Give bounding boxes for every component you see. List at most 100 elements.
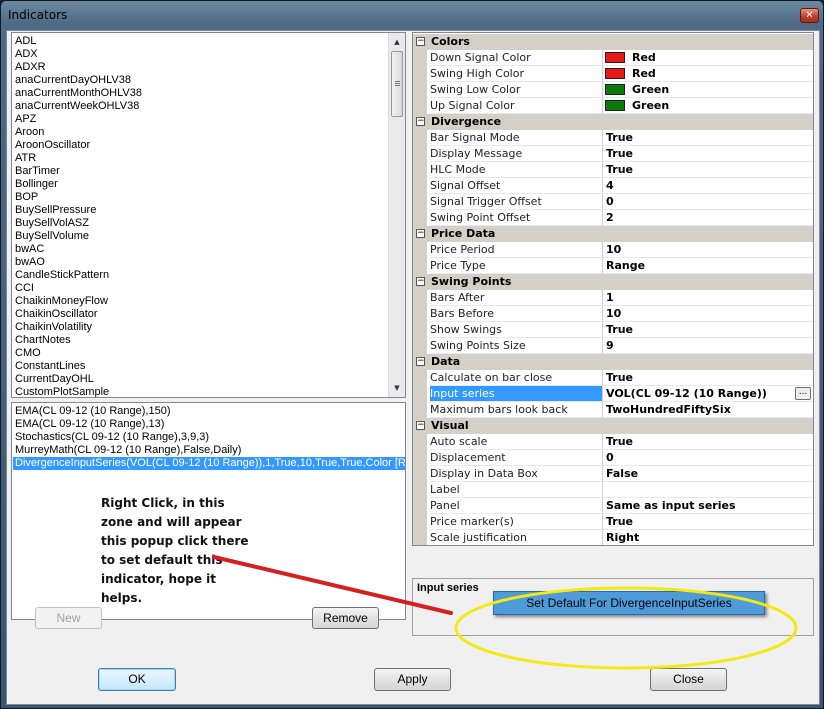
- property-value[interactable]: True: [602, 162, 813, 178]
- list-item[interactable]: ATR: [15, 152, 36, 165]
- property-value[interactable]: True: [602, 370, 813, 386]
- property-value[interactable]: Red: [602, 50, 813, 66]
- collapse-icon[interactable]: −: [416, 37, 425, 46]
- set-default-context-menu-item[interactable]: Set Default For DivergenceInputSeries: [493, 591, 765, 615]
- browse-button[interactable]: ...: [795, 387, 811, 400]
- list-item[interactable]: ChaikinOscillator: [15, 308, 98, 321]
- category-price-data[interactable]: − Price Data: [413, 226, 813, 242]
- property-value[interactable]: 4: [602, 178, 813, 194]
- list-item[interactable]: BuySellPressure: [15, 204, 96, 217]
- list-item[interactable]: BuySellVolASZ: [15, 217, 89, 230]
- property-row[interactable]: Show Swings True: [413, 322, 813, 338]
- property-value[interactable]: Red: [602, 66, 813, 82]
- list-item[interactable]: ChaikinMoneyFlow: [15, 295, 108, 308]
- collapse-icon[interactable]: −: [416, 357, 425, 366]
- property-row[interactable]: Down Signal Color Red: [413, 50, 813, 66]
- list-item[interactable]: CandleStickPattern: [15, 269, 109, 282]
- property-row[interactable]: Displacement 0: [413, 450, 813, 466]
- property-value[interactable]: 10: [602, 306, 813, 322]
- property-value[interactable]: Green: [602, 82, 813, 98]
- property-value[interactable]: 1: [602, 290, 813, 306]
- close-button[interactable]: Close: [650, 668, 727, 691]
- list-item[interactable]: ADXR: [15, 61, 46, 74]
- property-value[interactable]: 2: [602, 210, 813, 226]
- property-row[interactable]: Up Signal Color Green: [413, 98, 813, 114]
- list-item[interactable]: ADL: [15, 35, 36, 48]
- list-item[interactable]: BOP: [15, 191, 38, 204]
- property-row[interactable]: Panel Same as input series: [413, 498, 813, 514]
- list-item[interactable]: bwAC: [15, 243, 44, 256]
- scroll-up-icon[interactable]: ▲: [389, 34, 405, 50]
- list-item[interactable]: CustomPlotSample: [15, 386, 109, 397]
- category-data[interactable]: − Data: [413, 354, 813, 370]
- property-row[interactable]: Maximum bars look back TwoHundredFiftySix: [413, 402, 813, 418]
- applied-indicator-item[interactable]: Stochastics(CL 09-12 (10 Range),3,9,3): [13, 431, 209, 444]
- applied-indicator-item[interactable]: EMA(CL 09-12 (10 Range),150): [13, 405, 171, 418]
- list-item[interactable]: AroonOscillator: [15, 139, 90, 152]
- property-value[interactable]: Range: [602, 258, 813, 274]
- new-button[interactable]: New: [35, 607, 102, 629]
- property-row[interactable]: Swing High Color Red: [413, 66, 813, 82]
- category-swing-points[interactable]: − Swing Points: [413, 274, 813, 290]
- property-row[interactable]: Swing Low Color Green: [413, 82, 813, 98]
- property-row[interactable]: Signal Trigger Offset 0: [413, 194, 813, 210]
- list-item[interactable]: APZ: [15, 113, 36, 126]
- property-row[interactable]: Label: [413, 482, 813, 498]
- property-value[interactable]: VOL(CL 09-12 (10 Range))...: [602, 386, 813, 402]
- category-colors[interactable]: − Colors: [413, 34, 813, 50]
- property-value[interactable]: True: [602, 514, 813, 530]
- property-row[interactable]: Swing Point Offset 2: [413, 210, 813, 226]
- indicators-scrollbar[interactable]: ▲ ▼: [388, 33, 405, 397]
- list-item[interactable]: Bollinger: [15, 178, 58, 191]
- scroll-down-icon[interactable]: ▼: [389, 380, 405, 396]
- property-row[interactable]: Swing Points Size 9: [413, 338, 813, 354]
- property-row[interactable]: Price Type Range: [413, 258, 813, 274]
- property-value[interactable]: True: [602, 434, 813, 450]
- list-item[interactable]: BuySellVolume: [15, 230, 89, 243]
- collapse-icon[interactable]: −: [416, 421, 425, 430]
- property-value[interactable]: Same as input series: [602, 498, 813, 514]
- applied-indicator-item[interactable]: DivergenceInputSeries(VOL(CL 09-12 (10 R…: [13, 457, 405, 470]
- list-item[interactable]: ConstantLines: [15, 360, 85, 373]
- list-item[interactable]: anaCurrentDayOHLV38: [15, 74, 131, 87]
- property-value[interactable]: Right: [602, 530, 813, 545]
- property-row[interactable]: Price Period 10: [413, 242, 813, 258]
- property-grid[interactable]: − Colors Down Signal Color Red Swing High Co…: [412, 32, 814, 546]
- category-visual[interactable]: − Visual: [413, 418, 813, 434]
- applied-indicators-list[interactable]: Right Click, in this zone and will appear…: [11, 402, 406, 620]
- property-row[interactable]: Display Message True: [413, 146, 813, 162]
- applied-indicator-item[interactable]: MurreyMath(CL 09-12 (10 Range),False,Dai…: [13, 444, 241, 457]
- list-item[interactable]: CCI: [15, 282, 34, 295]
- applied-indicator-item[interactable]: EMA(CL 09-12 (10 Range),13): [13, 418, 164, 431]
- property-value[interactable]: True: [602, 130, 813, 146]
- list-item[interactable]: Aroon: [15, 126, 44, 139]
- list-item[interactable]: CMO: [15, 347, 41, 360]
- property-row[interactable]: Auto scale True: [413, 434, 813, 450]
- property-row[interactable]: HLC Mode True: [413, 162, 813, 178]
- property-row[interactable]: Input series VOL(CL 09-12 (10 Range))...: [413, 386, 813, 402]
- list-item[interactable]: ChaikinVolatility: [15, 321, 92, 334]
- list-item[interactable]: ChartNotes: [15, 334, 71, 347]
- window-close-button[interactable]: ✕: [800, 8, 819, 23]
- property-value[interactable]: 0: [602, 450, 813, 466]
- property-row[interactable]: Price marker(s) True: [413, 514, 813, 530]
- apply-button[interactable]: Apply: [374, 668, 451, 691]
- property-value[interactable]: 9: [602, 338, 813, 354]
- scroll-thumb[interactable]: [391, 51, 403, 117]
- property-value[interactable]: True: [602, 146, 813, 162]
- list-item[interactable]: BarTimer: [15, 165, 60, 178]
- list-item[interactable]: CurrentDayOHL: [15, 373, 94, 386]
- title-bar[interactable]: Indicators ✕: [1, 1, 824, 29]
- property-value[interactable]: Green: [602, 98, 813, 114]
- property-value[interactable]: TwoHundredFiftySix: [602, 402, 813, 418]
- property-value[interactable]: 10: [602, 242, 813, 258]
- available-indicators-list[interactable]: ▲ ▼ ADL ADX ADXR anaCurrentDayOHLV38 anaCurr…: [11, 32, 406, 398]
- collapse-icon[interactable]: −: [416, 117, 425, 126]
- category-divergence[interactable]: − Divergence: [413, 114, 813, 130]
- remove-button[interactable]: Remove: [312, 607, 379, 629]
- property-value[interactable]: 0: [602, 194, 813, 210]
- property-row[interactable]: Bars Before 10: [413, 306, 813, 322]
- collapse-icon[interactable]: −: [416, 229, 425, 238]
- ok-button[interactable]: OK: [98, 668, 176, 691]
- list-item[interactable]: bwAO: [15, 256, 45, 269]
